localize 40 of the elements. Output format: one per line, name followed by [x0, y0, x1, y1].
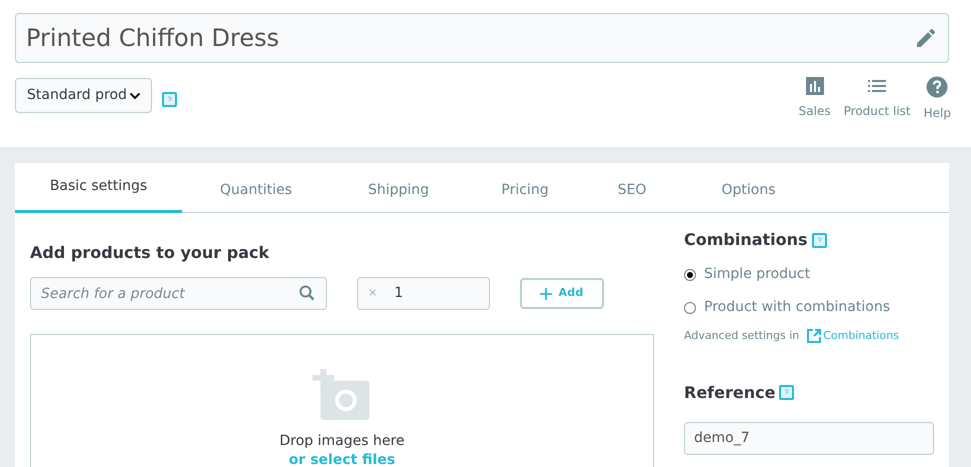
product-name-field[interactable]: Printed Chiffon Dress [15, 13, 949, 63]
product-name-text: Printed Chiffon Dress [26, 23, 280, 54]
tab[interactable]: Quantities [182, 163, 330, 212]
search-icon[interactable] [299, 285, 315, 301]
radio-option[interactable]: Simple product [684, 264, 934, 285]
help-icon[interactable] [812, 232, 827, 248]
help-icon[interactable] [162, 92, 177, 107]
add-photo-icon [312, 369, 372, 422]
help-icon [926, 76, 948, 98]
radio-option[interactable]: Product with combinations [684, 297, 934, 318]
radio-button[interactable] [684, 302, 696, 314]
add-button[interactable]: Add [520, 278, 604, 309]
reference-field[interactable]: demo_7 [684, 422, 934, 454]
product-type-select[interactable]: Standard prod [15, 78, 152, 113]
search-field[interactable]: Search for a product [30, 277, 327, 310]
select-files-link[interactable]: or select files [288, 452, 396, 467]
tab[interactable]: SEO [583, 163, 681, 212]
section-title: Add products to your pack [30, 242, 270, 264]
section-title: Combinations [684, 229, 808, 251]
quantity-field[interactable]: × 1 [357, 277, 490, 310]
advanced-settings-text: Advanced settings in [684, 328, 800, 344]
combinations-link[interactable]: Combinations [806, 328, 899, 344]
times-sign: × [368, 285, 378, 302]
tab[interactable]: Pricing [467, 163, 583, 212]
plus-icon [540, 288, 552, 300]
toolbar-product-list-button[interactable]: Product list [844, 76, 911, 122]
pencil-icon[interactable] [914, 26, 938, 50]
help-icon[interactable] [779, 385, 794, 400]
toolbar-help-button[interactable]: Help [924, 76, 951, 122]
tab[interactable]: Basic settings [15, 163, 182, 213]
chevron-down-icon [128, 90, 141, 100]
section-title: Reference [684, 382, 776, 404]
radio-button[interactable] [684, 268, 696, 280]
bar-chart-icon [804, 76, 825, 96]
external-link-icon [806, 328, 822, 344]
dropzone-text: Drop images here [279, 432, 405, 451]
toolbar-sales-button[interactable]: Sales [798, 76, 831, 122]
tab[interactable]: Shipping [330, 163, 467, 212]
image-dropzone[interactable]: Drop images here or select files [30, 334, 654, 467]
tab[interactable]: Options [681, 163, 816, 212]
